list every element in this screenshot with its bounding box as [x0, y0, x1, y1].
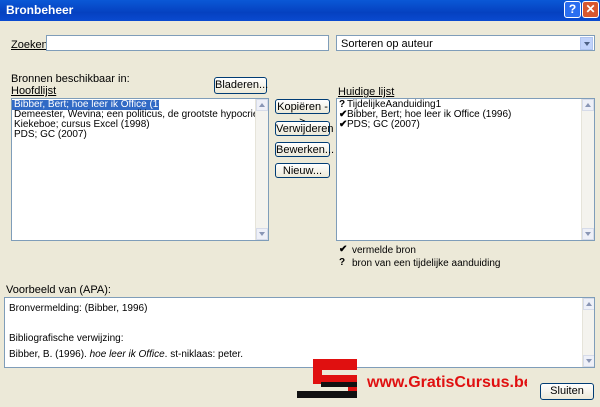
master-list-scrollbar[interactable]: [255, 99, 268, 240]
check-icon: ✔: [339, 244, 348, 255]
title-bar: Bronbeheer ? ✕: [0, 0, 600, 21]
close-button[interactable]: Sluiten: [540, 383, 594, 400]
sort-select[interactable]: Sorteren op auteur: [336, 35, 595, 51]
list-item-label: PDS; GC (2007): [347, 119, 420, 130]
current-list-rows: ? TijdelijkeAanduiding1 ✔Bibber, Bert; hoe…: [337, 99, 594, 130]
copy-button[interactable]: Kopiëren ->: [275, 99, 330, 128]
placeholder-icon: ?: [339, 257, 346, 268]
delete-button[interactable]: Verwijderen: [275, 121, 333, 136]
preview-citation: Bronvermelding: (Bibber, 1996): [9, 303, 148, 314]
current-list-scrollbar[interactable]: [581, 99, 594, 240]
preview-bib-entry: Bibber, B. (1996). hoe leer ik Office. s…: [9, 349, 243, 360]
current-list-label: Huidige lijst: [338, 86, 395, 98]
chevron-down-icon[interactable]: [580, 37, 593, 50]
current-list[interactable]: ? TijdelijkeAanduiding1 ✔Bibber, Bert; hoe…: [336, 98, 595, 241]
bronbeheer-dialog: Bronbeheer ? ✕ Zoeken: Sorteren op auteu…: [0, 0, 600, 407]
gratiscursus-logo: www.GratisCursus.be: [297, 359, 527, 398]
bib-title: hoe leer ik Office: [89, 349, 165, 360]
edit-button[interactable]: Bewerken...: [275, 142, 334, 157]
preview-scrollbar[interactable]: [582, 298, 594, 367]
bib-rest: . st-niklaas: peter.: [164, 349, 244, 360]
window-title: Bronbeheer: [6, 3, 74, 17]
preview-label: Voorbeeld van (APA):: [6, 284, 111, 296]
sources-label: Bronnen beschikbaar in:: [11, 73, 130, 85]
new-button[interactable]: Nieuw...: [275, 163, 330, 178]
search-input[interactable]: [46, 35, 329, 51]
legend-label: vermelde bron: [352, 245, 416, 256]
help-icon[interactable]: ?: [564, 1, 581, 18]
scroll-up-icon[interactable]: [583, 298, 594, 310]
search-label: Zoeken:: [11, 39, 51, 51]
scroll-down-icon[interactable]: [256, 228, 268, 240]
preview-bib-heading: Bibliografische verwijzing:: [9, 333, 124, 344]
list-item[interactable]: PDS; GC (2007): [12, 130, 268, 140]
logo-text: www.GratisCursus.be: [366, 374, 527, 391]
legend-label: bron van een tijdelijke aanduiding: [352, 258, 501, 269]
close-icon[interactable]: ✕: [582, 1, 599, 18]
bib-author: Bibber, B. (1996).: [9, 349, 90, 360]
sort-select-value: Sorteren op auteur: [341, 38, 433, 50]
scroll-up-icon[interactable]: [256, 99, 268, 111]
master-list[interactable]: Bibber, Bert; hoe leer ik Office (1996) D…: [11, 98, 269, 241]
master-list-rows: Bibber, Bert; hoe leer ik Office (1996) D…: [12, 99, 268, 140]
scroll-up-icon[interactable]: [582, 99, 594, 111]
scroll-down-icon[interactable]: [583, 355, 594, 367]
scroll-down-icon[interactable]: [582, 228, 594, 240]
browse-button[interactable]: Bladeren...: [214, 77, 268, 94]
check-icon: ✔: [339, 119, 348, 130]
list-item[interactable]: ✔PDS; GC (2007): [337, 120, 594, 130]
master-list-label: Hoofdlijst: [11, 85, 57, 97]
